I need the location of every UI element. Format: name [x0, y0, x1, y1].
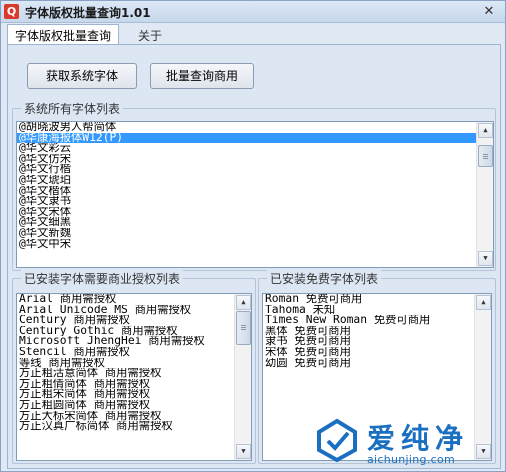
list-item[interactable]: Times New Roman 免费可商用 — [263, 315, 474, 326]
system-fonts-list[interactable]: @胡晓波男人帮简体 @华康海报体W12(P) @华文彩云 @华文仿宋 @华文行楷 @华文琥… — [16, 121, 494, 268]
brand-logo-icon — [317, 418, 357, 462]
system-fonts-scrollbar[interactable]: ▲ ▼ — [476, 122, 493, 267]
watermark-url: aichunjing.com — [367, 453, 456, 466]
scroll-thumb[interactable] — [236, 311, 251, 345]
list-item[interactable]: 幼圆 免费可商用 — [263, 358, 474, 369]
scroll-up-arrow-icon[interactable]: ▲ — [476, 295, 491, 310]
tab-batch-query[interactable]: 字体版权批量查询 — [7, 24, 120, 46]
close-button[interactable]: ✕ — [481, 4, 497, 19]
app-window: Q 字体版权批量查询1.01 ✕ 字体版权批量查询 关于 获取系统字体 批量查询… — [0, 0, 506, 472]
scroll-down-arrow-icon[interactable]: ▼ — [236, 444, 251, 459]
licensed-fonts-scrollbar[interactable]: ▲ ▼ — [234, 294, 251, 460]
list-item[interactable]: 宋体 免费可商用 — [263, 347, 474, 358]
list-item[interactable]: @华文隶书 — [17, 196, 476, 207]
list-item[interactable]: Roman 免费可商用 — [263, 294, 474, 305]
licensed-fonts-list[interactable]: Arial 商用需授权 Arial Unicode MS 商用需授权 Century… — [16, 293, 252, 461]
list-item[interactable]: @华文仿宋 — [17, 154, 476, 165]
list-item[interactable]: 方正粗圆简体 商用需授权 — [17, 400, 234, 411]
list-item[interactable]: 方正粗宋简体 商用需授权 — [17, 389, 234, 400]
tab-strip: 字体版权批量查询 关于 — [5, 23, 503, 46]
list-item[interactable]: 隶书 免费可商用 — [263, 336, 474, 347]
list-item[interactable]: @华文细黑 — [17, 217, 476, 228]
list-item[interactable]: @华文中宋 — [17, 239, 476, 250]
system-fonts-title: 系统所有字体列表 — [21, 100, 124, 117]
list-item[interactable]: Arial Unicode MS 商用需授权 — [17, 305, 234, 316]
list-item[interactable]: @华文楷体 — [17, 186, 476, 197]
list-item[interactable]: 等线 商用需授权 — [17, 358, 234, 369]
list-item[interactable]: Microsoft JhengHei 商用需授权 — [17, 336, 234, 347]
licensed-fonts-title: 已安装字体需要商业授权列表 — [21, 270, 184, 287]
window-title: 字体版权批量查询1.01 — [25, 6, 151, 20]
list-item[interactable]: @华康海报体W12(P) — [17, 132, 476, 144]
scroll-thumb[interactable] — [478, 145, 493, 167]
scroll-up-arrow-icon[interactable]: ▲ — [236, 295, 251, 310]
list-item[interactable]: Tahoma 未知 — [263, 305, 474, 316]
title-bar: Q 字体版权批量查询1.01 ✕ — [1, 1, 505, 23]
list-item[interactable]: 方正粗倩简体 商用需授权 — [17, 379, 234, 390]
list-item[interactable]: @胡晓波男人帮简体 — [17, 122, 476, 133]
list-item[interactable]: @华文行楷 — [17, 164, 476, 175]
list-item[interactable]: 方正大标宋简体 商用需授权 — [17, 411, 234, 422]
list-item[interactable]: 黑体 免费可商用 — [263, 326, 474, 337]
free-fonts-title: 已安装免费字体列表 — [267, 270, 382, 287]
list-item[interactable]: 方正汉真广标简体 商用需授权 — [17, 421, 234, 432]
licensed-fonts-group: 已安装字体需要商业授权列表 Arial 商用需授权 Arial Unicode M… — [12, 270, 256, 464]
list-item[interactable]: @华文新魏 — [17, 228, 476, 239]
get-system-fonts-button[interactable]: 获取系统字体 — [27, 63, 137, 89]
watermark: 爱纯净 aichunjing.com — [311, 416, 505, 471]
scroll-down-arrow-icon[interactable]: ▼ — [478, 251, 493, 266]
watermark-brand: 爱纯净 — [367, 422, 470, 455]
system-fonts-group: 系统所有字体列表 @胡晓波男人帮简体 @华康海报体W12(P) @华文彩云 @华文仿宋… — [12, 100, 496, 271]
list-item[interactable]: 方正粗活意简体 商用需授权 — [17, 368, 234, 379]
magnifier-icon: Q — [4, 4, 19, 19]
list-item[interactable]: @华文琥珀 — [17, 175, 476, 186]
tab-about[interactable]: 关于 — [131, 25, 169, 45]
list-item[interactable]: @华文彩云 — [17, 143, 476, 154]
scroll-up-arrow-icon[interactable]: ▲ — [478, 123, 493, 138]
batch-query-button[interactable]: 批量查询商用 — [150, 63, 254, 89]
list-item[interactable]: @华文宋体 — [17, 207, 476, 218]
list-item[interactable]: Century Gothic 商用需授权 — [17, 326, 234, 337]
tab-panel: 获取系统字体 批量查询商用 系统所有字体列表 @胡晓波男人帮简体 @华康海报体W1… — [7, 44, 501, 469]
list-item[interactable]: Arial 商用需授权 — [17, 294, 234, 305]
list-item[interactable]: Stencil 商用需授权 — [17, 347, 234, 358]
list-item[interactable]: Century 商用需授权 — [17, 315, 234, 326]
